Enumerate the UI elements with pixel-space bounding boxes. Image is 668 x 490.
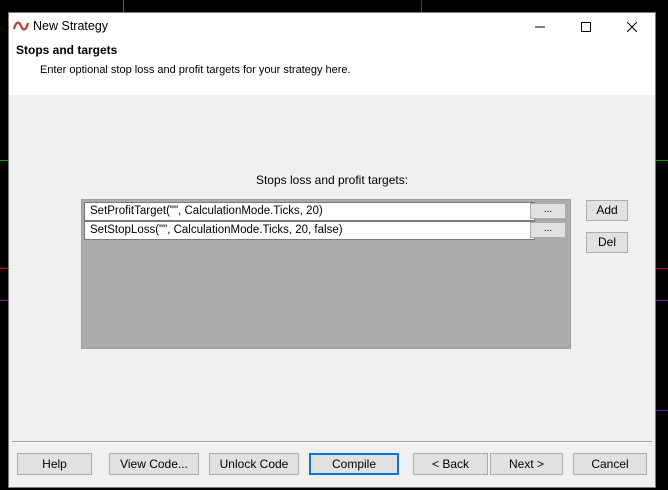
next-button[interactable]: Next >: [490, 453, 563, 475]
close-icon: [627, 22, 637, 32]
compile-button[interactable]: Compile: [309, 453, 399, 475]
maximize-icon: [581, 22, 591, 32]
background-line: [0, 160, 8, 161]
background-line: [0, 300, 8, 301]
minimize-button[interactable]: [517, 13, 563, 41]
background-line: [656, 160, 668, 161]
maximize-button[interactable]: [563, 13, 609, 41]
background-line: [0, 268, 8, 269]
ninja-app-icon: [12, 19, 30, 33]
list-item[interactable]: SetProfitTarget("", CalculationMode.Tick…: [84, 202, 568, 221]
help-button[interactable]: Help: [17, 453, 92, 475]
section-label: Stops loss and profit targets:: [255, 173, 409, 187]
edit-item-button[interactable]: ...: [530, 203, 566, 219]
del-button[interactable]: Del: [586, 232, 628, 253]
new-strategy-window: New Strategy Stops and targets Enter opt…: [8, 12, 656, 488]
list-item-text[interactable]: SetProfitTarget("", CalculationMode.Tick…: [84, 202, 535, 221]
close-button[interactable]: [609, 13, 655, 41]
footer-divider-highlight: [12, 442, 652, 443]
targets-list[interactable]: SetProfitTarget("", CalculationMode.Tick…: [81, 199, 571, 349]
background-line: [656, 300, 668, 301]
add-button[interactable]: Add: [586, 200, 628, 221]
title-bar[interactable]: New Strategy: [9, 13, 655, 41]
background-line: [656, 410, 668, 411]
cancel-button[interactable]: Cancel: [573, 453, 647, 475]
page-title: Stops and targets: [16, 43, 118, 57]
window-title: New Strategy: [33, 19, 109, 33]
back-button[interactable]: < Back: [413, 453, 488, 475]
unlock-code-button[interactable]: Unlock Code: [209, 453, 299, 475]
background-line: [421, 0, 422, 12]
wizard-header: Stops and targets Enter optional stop lo…: [9, 41, 655, 95]
view-code-button[interactable]: View Code...: [109, 453, 199, 475]
background-line: [656, 268, 668, 269]
background-line: [123, 0, 124, 12]
minimize-icon: [535, 22, 545, 32]
page-description: Enter optional stop loss and profit targ…: [40, 64, 351, 76]
list-item-text[interactable]: SetStopLoss("", CalculationMode.Ticks, 2…: [84, 221, 535, 240]
list-item[interactable]: SetStopLoss("", CalculationMode.Ticks, 2…: [84, 221, 568, 240]
edit-item-button[interactable]: ...: [530, 222, 566, 238]
